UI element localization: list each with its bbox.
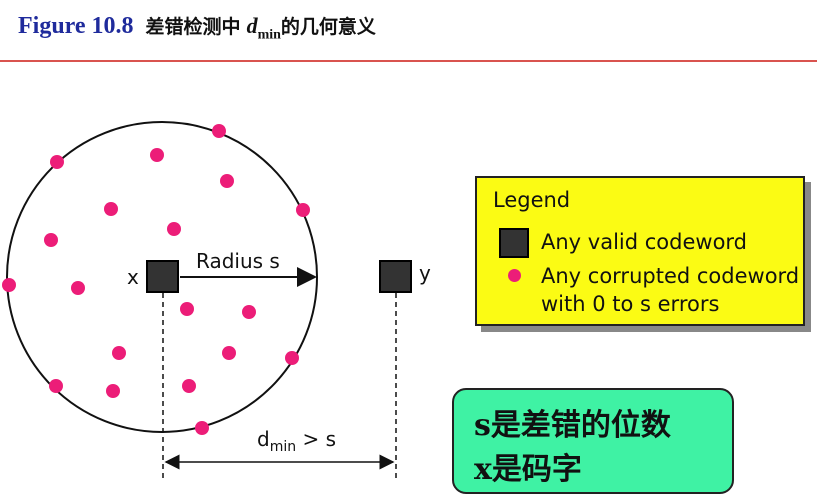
legend-valid-label: Any valid codeword	[541, 230, 748, 254]
radius-label: Radius s	[196, 249, 280, 273]
codeword-y-square	[379, 260, 412, 293]
corrupted-dot	[285, 351, 299, 365]
corrupted-dot	[44, 233, 58, 247]
legend-corrupted-line2: with 0 to s errors	[541, 292, 720, 316]
corrupted-dot	[2, 278, 16, 292]
note-box: s是差错的位数 x是码字	[452, 388, 734, 494]
corrupted-dot	[220, 174, 234, 188]
y-label: y	[419, 261, 431, 285]
corrupted-dot	[222, 346, 236, 360]
corrupted-dot	[180, 302, 194, 316]
corrupted-dot	[104, 202, 118, 216]
corrupted-dot	[167, 222, 181, 236]
dmin-distance-label: dmin > s	[257, 427, 336, 455]
corrupted-dot	[242, 305, 256, 319]
corrupted-dot	[106, 384, 120, 398]
corrupted-dot	[195, 421, 209, 435]
corrupted-dot	[71, 281, 85, 295]
corrupted-codeword-swatch	[508, 269, 521, 282]
valid-codeword-swatch	[499, 228, 529, 258]
legend-corrupted-label: Any corrupted codeword with 0 to s error…	[541, 262, 799, 318]
dmin-distance-rest: > s	[296, 427, 336, 451]
legend-corrupted-line1: Any corrupted codeword	[541, 264, 800, 288]
legend-title: Legend	[493, 188, 571, 212]
dmin-distance-d: d	[257, 427, 270, 451]
corrupted-dot	[150, 148, 164, 162]
corrupted-dot	[112, 346, 126, 360]
dmin-distance-sub: min	[270, 439, 296, 455]
note-line1: s是差错的位数	[474, 408, 671, 443]
corrupted-dot	[296, 203, 310, 217]
codeword-x-square	[146, 260, 179, 293]
note-line2: x是码字	[474, 452, 582, 487]
legend-box: Legend Any valid codeword Any corrupted …	[475, 176, 805, 326]
x-label: x	[127, 265, 139, 289]
corrupted-dot	[49, 379, 63, 393]
corrupted-dot	[50, 155, 64, 169]
corrupted-dot	[212, 124, 226, 138]
corrupted-dot	[182, 379, 196, 393]
